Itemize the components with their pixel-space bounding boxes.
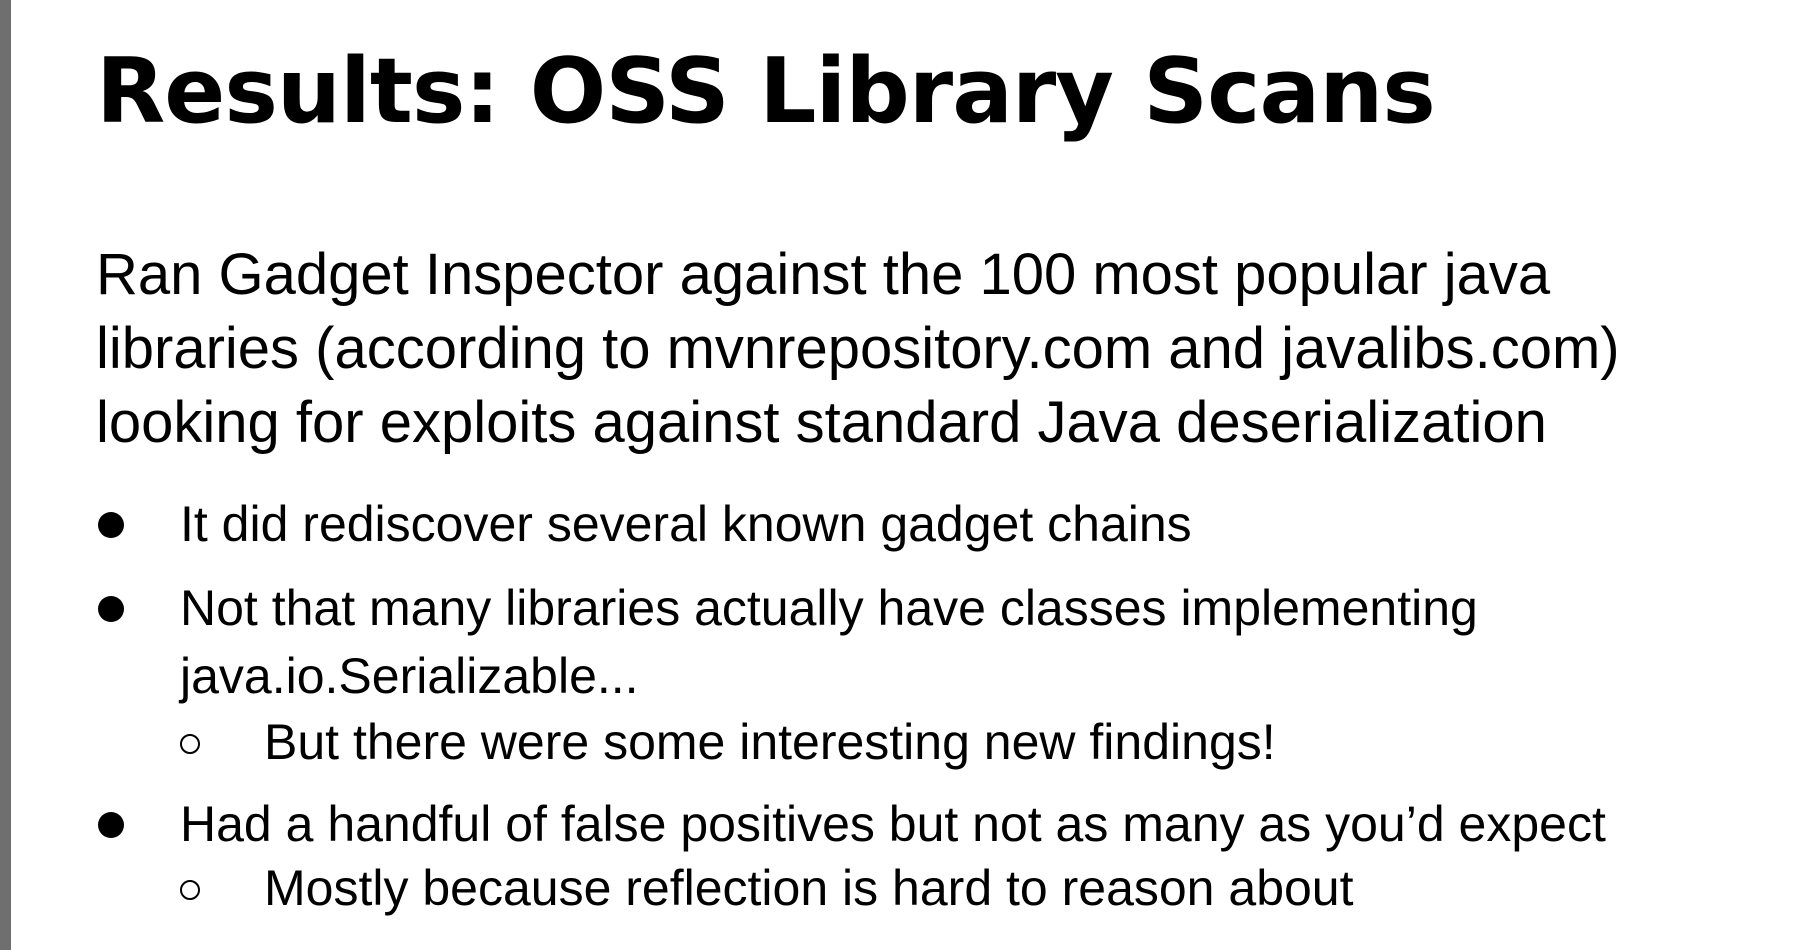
bullet-text: Had a handful of false positives but not… [180,796,1606,852]
bullet-text: It did rediscover several known gadget c… [180,496,1192,552]
bullet-dot-icon [98,596,124,622]
bullet-dot-icon [98,812,124,838]
bullet-item: Had a handful of false positives but not… [96,790,1816,858]
intro-line: Ran Gadget Inspector against the 100 mos… [96,242,1551,307]
window-left-edge [0,0,11,950]
sub-bullet-text: But there were some interesting new find… [264,714,1276,770]
slide-title: Results: OSS Library Scans [96,39,1436,144]
bullet-text-continuation: java.io.Serializable... [180,648,639,704]
sub-bullet-item: But there were some interesting new find… [180,708,1816,776]
page: Results: OSS Library Scans Ran Gadget In… [0,0,1820,950]
slide: Results: OSS Library Scans Ran Gadget In… [11,0,1820,950]
intro-line: libraries (according to mvnrepository.co… [96,316,1620,381]
intro-paragraph: Ran Gadget Inspector against the 100 mos… [96,238,1796,460]
bullet-list: It did rediscover several known gadget c… [96,490,1816,922]
bullet-item: Not that many libraries actually have cl… [96,574,1816,710]
intro-line: looking for exploits against standard Ja… [96,390,1547,455]
sub-bullet-circle-icon [180,880,200,900]
sub-bullet-item: Mostly because reflection is hard to rea… [180,854,1816,922]
sub-bullet-circle-icon [180,734,200,754]
sub-bullet-text: Mostly because reflection is hard to rea… [264,860,1354,916]
bullet-item: It did rediscover several known gadget c… [96,490,1816,558]
bullet-dot-icon [98,512,124,538]
bullet-text: Not that many libraries actually have cl… [180,580,1478,636]
